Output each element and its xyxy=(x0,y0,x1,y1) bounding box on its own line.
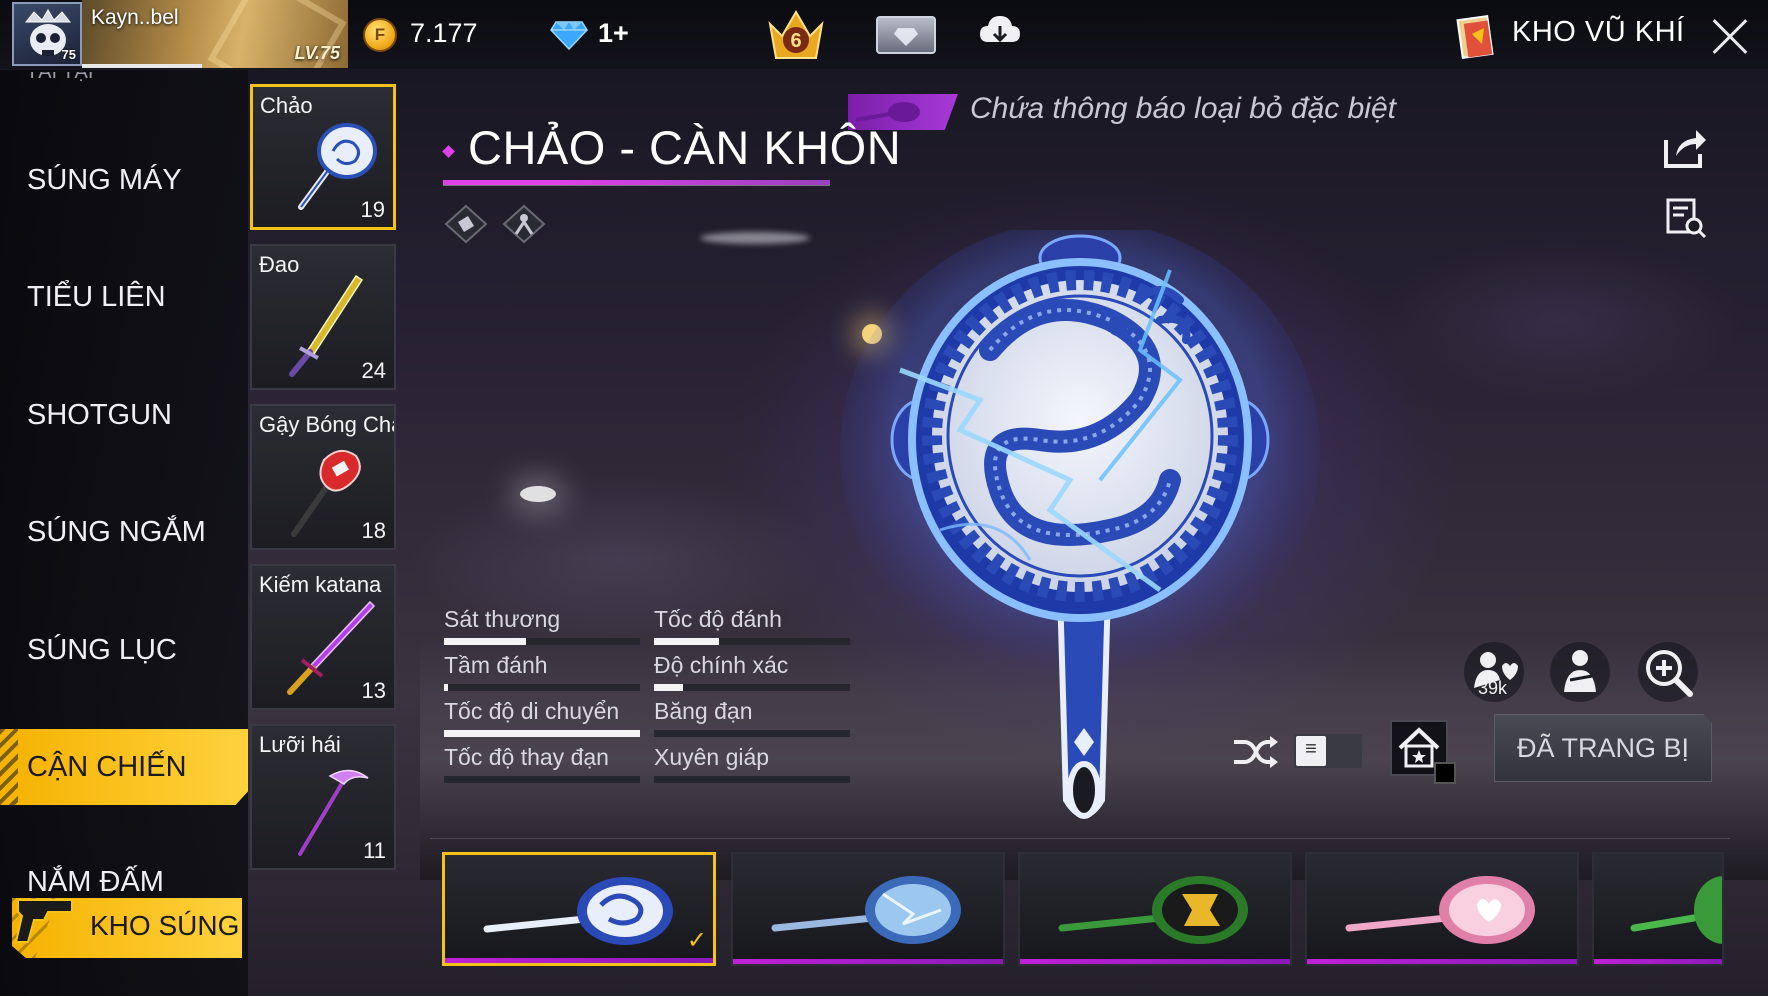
weapon-card-katana[interactable]: Kiếm katana 13 xyxy=(250,564,396,710)
skin-strip-divider xyxy=(430,838,1730,839)
stat-magazine: Băng đạn xyxy=(654,698,850,737)
zoom-in-icon[interactable] xyxy=(1636,640,1700,704)
stat-attack-speed: Tốc độ đánh xyxy=(654,606,850,645)
weapon-card-count: 18 xyxy=(361,518,386,543)
weapon-card-scythe[interactable]: Lưỡi hái 11 xyxy=(250,724,396,870)
close-button[interactable] xyxy=(1700,8,1760,64)
pan-skin-dragon-icon xyxy=(483,877,673,945)
character-tag-icon[interactable] xyxy=(502,204,546,244)
page-title: KHO VŨ KHÍ xyxy=(1512,16,1685,48)
display-mode-toggle[interactable] xyxy=(1294,734,1362,768)
top-bar: 75 Kayn..bel LV.75 F 7.177 1+ 6 KHO VŨ K… xyxy=(0,0,1768,70)
category-item-hidden[interactable]: TÁI TẠI xyxy=(26,72,93,90)
stat-armor-penetration-bar xyxy=(654,776,850,783)
pan-skin-green-gold-icon xyxy=(1058,876,1248,944)
stat-attack-speed-bar xyxy=(654,638,850,645)
stat-damage-bar xyxy=(444,638,640,645)
equipped-button[interactable]: ĐÃ TRANG BỊ xyxy=(1494,714,1712,782)
skin-card[interactable] xyxy=(731,852,1005,966)
equipped-check-icon: ✓ xyxy=(686,927,707,954)
cloud-download-icon[interactable] xyxy=(978,14,1022,54)
skin-rarity-bar xyxy=(1020,959,1290,964)
weapon-card-count: 19 xyxy=(360,197,385,222)
stat-reload-speed-bar xyxy=(444,776,640,783)
equipped-button-label: ĐÃ TRANG BỊ xyxy=(1516,733,1690,763)
stat-range: Tầm đánh xyxy=(444,652,640,691)
stat-move-speed-bar xyxy=(444,730,640,737)
pan-skin-pink-heart-icon xyxy=(1345,876,1535,944)
weapon-title: CHẢO - CÀN KHÔN xyxy=(468,121,902,174)
category-item-smg[interactable]: TIỂU LIÊN xyxy=(0,267,248,327)
share-icon[interactable] xyxy=(1660,126,1708,170)
character-pose-icon[interactable] xyxy=(1548,640,1612,704)
stat-armor-penetration: Xuyên giáp xyxy=(654,744,850,783)
stat-range-bar xyxy=(444,684,640,691)
player-xp-bar xyxy=(82,64,202,68)
special-removal-notice[interactable]: Chứa thông báo loại bỏ đặc biệt xyxy=(970,92,1396,126)
diamond-amount[interactable]: 1+ xyxy=(598,18,629,49)
toggle-knob xyxy=(1296,736,1326,766)
elite-card-icon[interactable] xyxy=(876,16,936,54)
weapon-tag-icon[interactable] xyxy=(444,204,488,244)
stat-accuracy: Độ chính xác xyxy=(654,652,850,691)
weapon-card-pan[interactable]: Chảo 19 xyxy=(250,84,396,230)
diamond-icon[interactable] xyxy=(550,20,588,50)
skin-card[interactable] xyxy=(1018,852,1292,966)
category-item-shotgun[interactable]: SHOTGUN xyxy=(0,385,248,445)
stat-damage: Sát thương xyxy=(444,606,640,645)
player-avatar[interactable]: 75 xyxy=(12,2,82,66)
skin-card[interactable]: ✓ xyxy=(442,852,716,966)
gun-armory-label: KHO SÚNG xyxy=(90,910,240,941)
category-item-pistol[interactable]: SÚNG LỤC xyxy=(0,620,248,680)
skin-card[interactable] xyxy=(1592,852,1724,966)
inspect-detail-icon[interactable] xyxy=(1664,196,1708,240)
stat-reload-speed: Tốc độ thay đạn xyxy=(444,744,640,783)
svg-text:6: 6 xyxy=(790,30,801,52)
weapon-card-count: 13 xyxy=(361,678,386,703)
category-item-machine-gun[interactable]: SÚNG MÁY xyxy=(0,150,248,210)
scene-light-strip xyxy=(700,232,810,244)
skin-card[interactable] xyxy=(1305,852,1579,966)
scene-light-white xyxy=(520,486,556,502)
gold-coin-amount: 7.177 xyxy=(410,18,478,48)
title-underline xyxy=(443,180,830,186)
home-star-icon xyxy=(1398,727,1440,768)
armory-book-icon xyxy=(1456,14,1494,60)
skin-rarity-bar xyxy=(445,958,713,963)
gold-coin-icon: F xyxy=(363,18,397,52)
category-item-melee[interactable]: CẬN CHIẾN xyxy=(0,729,248,805)
set-lobby-button[interactable] xyxy=(1390,720,1456,784)
shuffle-icon[interactable] xyxy=(1232,734,1278,770)
weapon-card-blade[interactable]: Đao 24 xyxy=(250,244,396,390)
stat-magazine-bar xyxy=(654,730,850,737)
player-level: LV.75 xyxy=(294,43,340,63)
stat-move-speed: Tốc độ di chuyển xyxy=(444,698,640,737)
skin-rarity-bar xyxy=(1307,959,1577,964)
category-item-sniper[interactable]: SÚNG NGẮM xyxy=(0,502,248,562)
weapon-card-bat[interactable]: Gậy Bóng Chày 18 xyxy=(250,404,396,550)
rank-crown-icon[interactable]: 6 xyxy=(764,4,828,64)
pan-skin-green-icon xyxy=(1630,876,1722,944)
weapon-card-count: 11 xyxy=(363,838,386,863)
player-banner[interactable]: Kayn..bel LV.75 xyxy=(82,0,348,68)
weapon-card-count: 24 xyxy=(361,358,386,383)
stat-accuracy-bar xyxy=(654,684,850,691)
pistol-icon xyxy=(14,899,73,943)
skin-rarity-bar xyxy=(733,959,1003,964)
skin-rarity-bar xyxy=(1594,959,1722,964)
avatar-level-badge: 75 xyxy=(61,47,76,62)
player-name: Kayn..bel xyxy=(91,6,179,29)
likes-count: 39k xyxy=(1478,678,1508,698)
pan-skin-ice-icon xyxy=(771,876,961,944)
